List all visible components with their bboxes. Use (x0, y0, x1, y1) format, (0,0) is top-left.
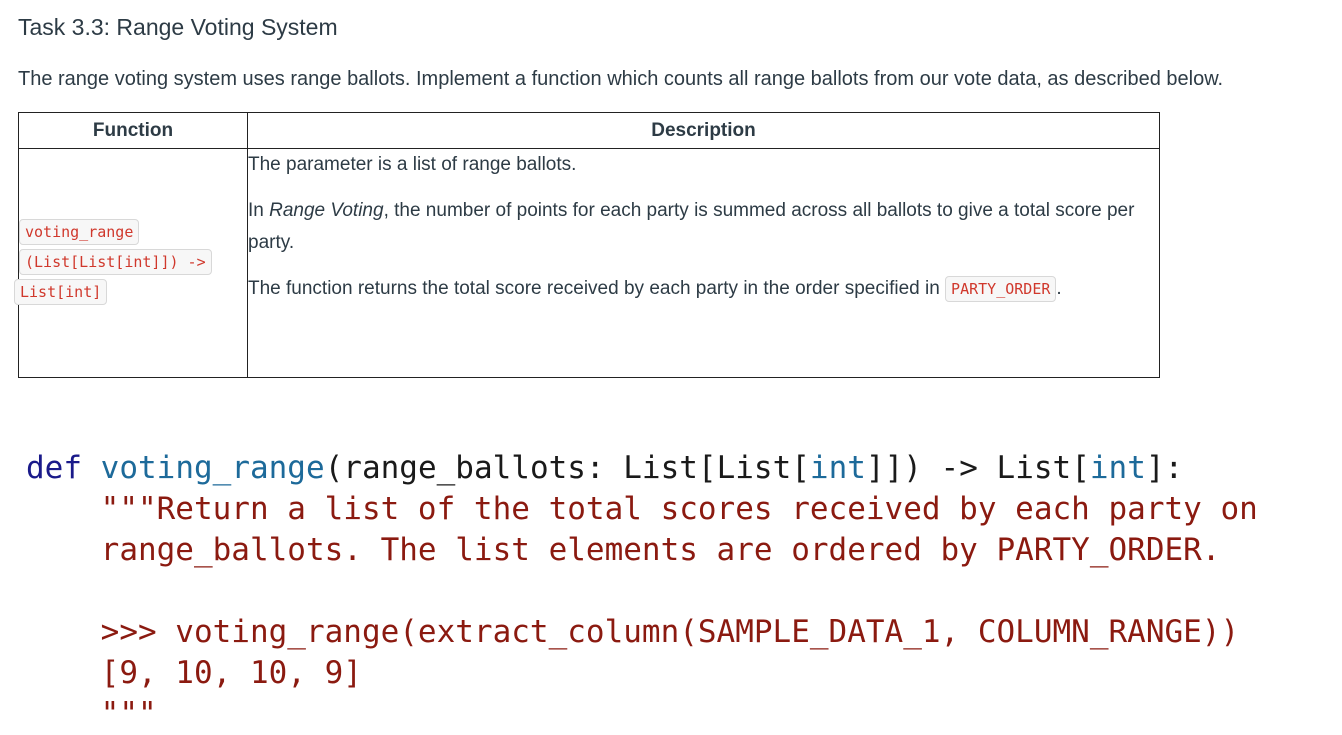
task-intro: The range voting system uses range ballo… (18, 68, 1224, 90)
party-order-code: PARTY_ORDER (945, 276, 1057, 302)
function-params-code: (List[List[int]]) -> (19, 249, 212, 275)
function-name-code: voting_range (19, 219, 140, 245)
docstring-line-4: >>> voting_range(extract_column(SAMPLE_D… (100, 614, 1240, 650)
desc-p3-text: The function returns the total score rec… (248, 278, 946, 299)
docstring-line-6: """ (100, 696, 157, 732)
function-header: Function (18, 112, 248, 149)
description-paragraph-2: In Range Voting, the number of points fo… (248, 195, 1159, 259)
table-row: voting_range (List[List[int]]) -> List[i… (14, 148, 1160, 378)
description-paragraph-1: The parameter is a list of range ballots… (248, 154, 577, 175)
description-cell: The parameter is a list of range ballots… (247, 148, 1160, 378)
desc-p2-prefix: In (248, 200, 270, 221)
function-cell: voting_range (List[List[int]]) -> List[i… (14, 148, 248, 378)
docstring-line-1: """Return a list of the total scores rec… (100, 491, 1258, 527)
function-name: voting_range (100, 450, 325, 486)
task-title: Task 3.3: Range Voting System (18, 14, 338, 40)
signature-mid: ]]) -> List[ (865, 450, 1090, 486)
def-keyword: def (26, 450, 82, 486)
description-header: Description (247, 112, 1160, 149)
code-block: def voting_range(range_ballots: List[Lis… (26, 448, 1258, 735)
signature-close: ]: (1145, 450, 1184, 486)
function-returns-code: List[int] (14, 279, 108, 305)
desc-p3-end: . (1056, 278, 1062, 299)
description-paragraph-3: The function returns the total score rec… (248, 273, 1159, 305)
int-type-2: int (1089, 450, 1146, 486)
table-header-row: Function Description (18, 112, 1160, 149)
desc-p2-emphasis: Range Voting (269, 200, 384, 221)
signature-open: (range_ballots: List[List[ (324, 450, 810, 486)
docstring-line-5: [9, 10, 10, 9] (100, 655, 362, 691)
docstring-line-2: range_ballots. The list elements are ord… (100, 532, 1221, 568)
int-type-1: int (809, 450, 866, 486)
function-spec-table: Function Description voting_range (List[… (14, 112, 1160, 378)
